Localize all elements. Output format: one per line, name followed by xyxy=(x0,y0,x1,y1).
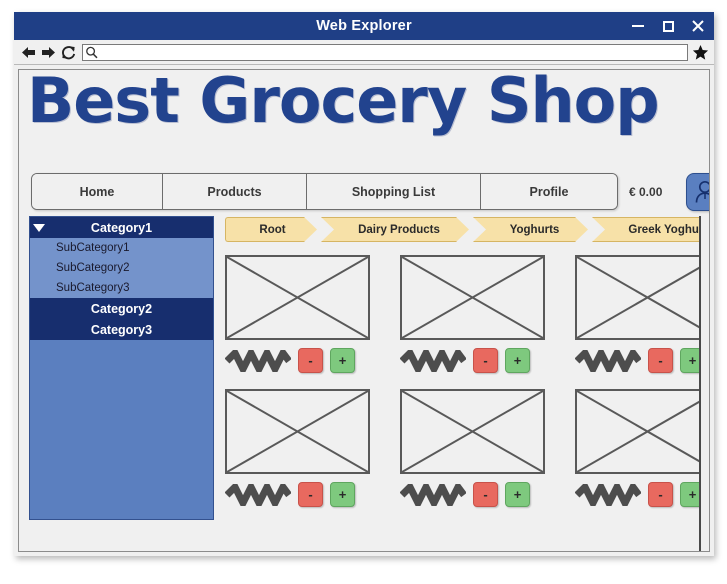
sidebar-item-category2[interactable]: Category2 xyxy=(30,298,213,319)
bookmark-star-icon[interactable] xyxy=(691,43,710,62)
sidebar-item-label: Category2 xyxy=(90,301,153,316)
sidebar-item-label: Category3 xyxy=(90,322,153,337)
sidebar-item-subcategory1[interactable]: SubCategory1 xyxy=(30,238,213,258)
product-name-scribble-icon xyxy=(400,483,466,506)
product-name-scribble-icon xyxy=(400,349,466,372)
decrease-quantity-button[interactable]: - xyxy=(648,482,673,507)
breadcrumb-item-root[interactable]: Root xyxy=(225,217,317,242)
product-controls: - + xyxy=(400,348,530,373)
minimize-icon[interactable] xyxy=(630,18,646,34)
sidebar-item-category1[interactable]: Category1 xyxy=(30,217,213,238)
nav-item-shopping-list[interactable]: Shopping List xyxy=(307,174,481,209)
breadcrumb-item-dairy-products[interactable]: Dairy Products xyxy=(321,217,469,242)
sidebar-item-label: Category1 xyxy=(90,220,153,235)
product-image-placeholder xyxy=(575,255,709,340)
product-image-placeholder xyxy=(225,255,370,340)
product-controls: - + xyxy=(575,348,705,373)
breadcrumb: Root Dairy Products Yoghurts Greek Yoghu… xyxy=(225,217,710,242)
decrease-quantity-button[interactable]: - xyxy=(473,482,498,507)
product-name-scribble-icon xyxy=(225,483,291,506)
product-row: - + - + - + xyxy=(225,250,709,384)
sidebar-item-subcategory3[interactable]: SubCategory3 xyxy=(30,278,213,298)
increase-quantity-button[interactable]: + xyxy=(505,348,530,373)
product-controls: - + xyxy=(225,348,355,373)
app-root: Web Explorer Best Grocery Shop Home Prod… xyxy=(0,0,727,584)
forward-arrow-icon[interactable] xyxy=(38,42,58,62)
product-controls: - + xyxy=(225,482,355,507)
back-arrow-icon[interactable] xyxy=(18,42,38,62)
avatar[interactable] xyxy=(686,173,709,211)
product-card[interactable]: - + xyxy=(225,250,400,384)
increase-quantity-button[interactable]: + xyxy=(505,482,530,507)
product-image-placeholder xyxy=(225,389,370,474)
nav-item-products[interactable]: Products xyxy=(163,174,307,209)
cart-total: € 0.00 xyxy=(629,184,663,199)
title-bar: Web Explorer xyxy=(14,12,714,40)
sidebar-item-category3[interactable]: Category3 xyxy=(30,319,213,340)
product-card[interactable]: - + xyxy=(575,250,709,384)
category-tree-sidebar[interactable]: Category1 SubCategory1 SubCategory2 SubC… xyxy=(29,216,214,520)
product-card[interactable]: - + xyxy=(225,384,400,518)
nav-item-profile[interactable]: Profile xyxy=(481,174,617,209)
breadcrumb-item-greek-yoghurts[interactable]: Greek Yoghurts xyxy=(592,217,710,242)
product-name-scribble-icon xyxy=(225,349,291,372)
url-input[interactable] xyxy=(98,44,687,60)
product-name-scribble-icon xyxy=(575,349,641,372)
maximize-icon[interactable] xyxy=(660,18,676,34)
reload-icon[interactable] xyxy=(58,42,78,62)
sidebar-item-label: SubCategory3 xyxy=(56,282,130,294)
product-image-placeholder xyxy=(575,389,709,474)
increase-quantity-button[interactable]: + xyxy=(330,348,355,373)
product-card[interactable]: - + xyxy=(575,384,709,518)
nav-button-group: Home Products Shopping List Profile xyxy=(31,173,618,210)
sidebar-item-label: SubCategory2 xyxy=(56,262,130,274)
content-area: Category1 SubCategory1 SubCategory2 SubC… xyxy=(19,216,710,551)
nav-item-home[interactable]: Home xyxy=(32,174,163,209)
decrease-quantity-button[interactable]: - xyxy=(648,348,673,373)
product-controls: - + xyxy=(400,482,530,507)
search-icon xyxy=(85,46,98,59)
breadcrumb-item-yoghurts[interactable]: Yoghurts xyxy=(473,217,588,242)
address-bar[interactable] xyxy=(82,43,688,61)
site-header: Best Grocery Shop xyxy=(19,70,709,152)
product-card[interactable]: - + xyxy=(400,250,575,384)
window-controls xyxy=(630,12,706,40)
main-navigation: Home Products Shopping List Profile € 0.… xyxy=(31,173,709,211)
decrease-quantity-button[interactable]: - xyxy=(298,482,323,507)
sidebar-item-label: SubCategory1 xyxy=(56,242,130,254)
product-image-placeholder xyxy=(400,255,545,340)
content-clip-edge xyxy=(699,216,709,551)
decrease-quantity-button[interactable]: - xyxy=(298,348,323,373)
product-controls: - + xyxy=(575,482,705,507)
user-icon xyxy=(695,180,709,203)
window-title: Web Explorer xyxy=(316,18,412,34)
browser-window: Web Explorer Best Grocery Shop Home Prod… xyxy=(14,12,714,556)
close-icon[interactable] xyxy=(690,18,706,34)
browser-toolbar xyxy=(14,40,714,65)
site-logo: Best Grocery Shop xyxy=(27,70,660,137)
chevron-down-icon[interactable] xyxy=(33,223,45,232)
increase-quantity-button[interactable]: + xyxy=(330,482,355,507)
product-name-scribble-icon xyxy=(575,483,641,506)
product-grid: - + - + - + - + - + - + xyxy=(225,250,709,550)
page-viewport: Best Grocery Shop Home Products Shopping… xyxy=(18,69,710,552)
sidebar-item-subcategory2[interactable]: SubCategory2 xyxy=(30,258,213,278)
product-row: - + - + - + xyxy=(225,384,709,518)
decrease-quantity-button[interactable]: - xyxy=(473,348,498,373)
product-image-placeholder xyxy=(400,389,545,474)
product-card[interactable]: - + xyxy=(400,384,575,518)
